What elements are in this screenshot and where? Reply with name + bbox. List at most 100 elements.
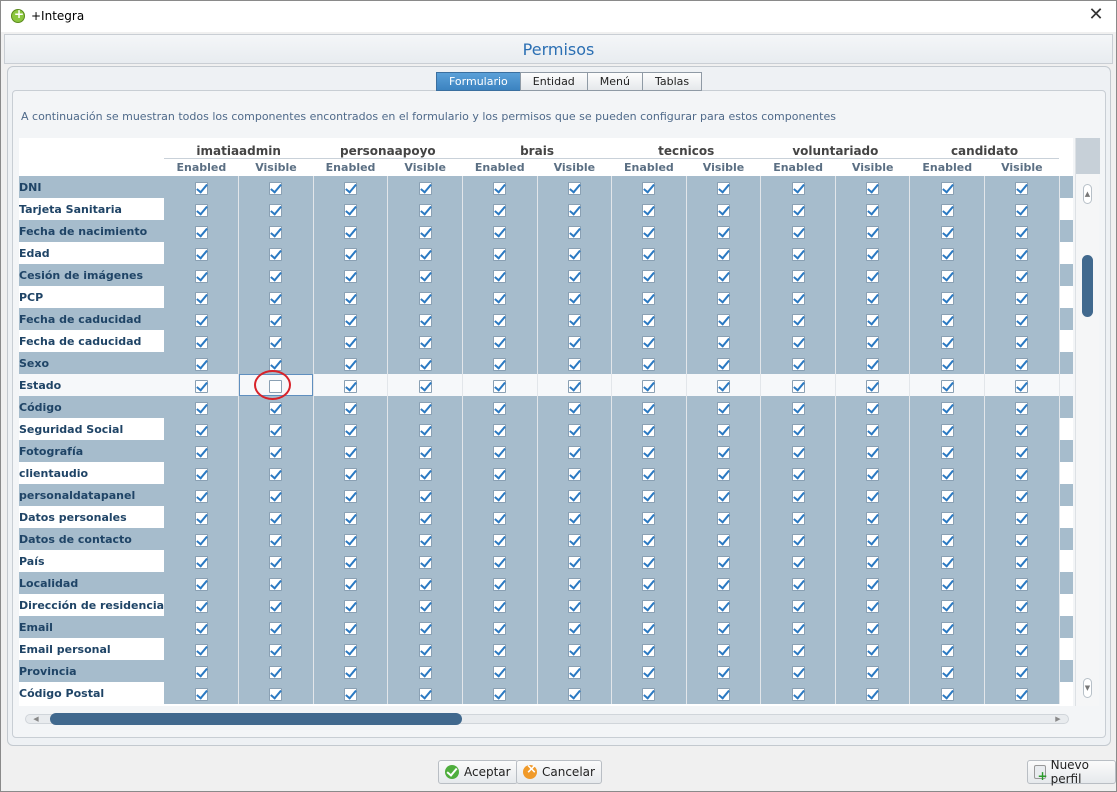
enabled-checkbox[interactable] [493,225,507,239]
visible-checkbox[interactable] [1015,203,1029,217]
table-row[interactable]: Fecha de caducidad [19,308,1073,330]
enabled-checkbox[interactable] [344,467,358,481]
permission-cell[interactable] [537,682,613,704]
enabled-checkbox[interactable] [194,423,208,437]
permission-cell[interactable] [462,330,538,352]
enabled-checkbox[interactable] [791,401,805,415]
enabled-checkbox[interactable] [194,291,208,305]
visible-checkbox[interactable] [418,247,432,261]
permission-cell[interactable] [387,660,463,682]
visible-checkbox[interactable] [567,489,581,503]
permission-cell[interactable] [164,572,240,594]
permission-cell[interactable] [313,330,389,352]
table-row[interactable]: Fecha de caducidad [19,330,1073,352]
permission-cell[interactable] [238,638,314,660]
visible-checkbox[interactable] [1015,643,1029,657]
permission-cell[interactable] [611,396,687,418]
enabled-checkbox[interactable] [194,445,208,459]
enabled-checkbox[interactable] [194,467,208,481]
permission-cell[interactable] [387,594,463,616]
permission-cell[interactable] [387,506,463,528]
enabled-checkbox[interactable] [791,511,805,525]
enabled-checkbox[interactable] [344,181,358,195]
permission-cell[interactable] [611,418,687,440]
permission-cell[interactable] [164,418,240,440]
permission-cell[interactable] [238,418,314,440]
permission-cell[interactable] [686,616,762,638]
permission-cell[interactable] [835,484,911,506]
visible-checkbox[interactable] [418,291,432,305]
permission-cell[interactable] [909,374,986,396]
enabled-checkbox[interactable] [791,599,805,613]
enabled-checkbox[interactable] [791,313,805,327]
permission-cell[interactable] [835,418,911,440]
enabled-checkbox[interactable] [940,555,954,569]
permission-cell[interactable] [387,352,463,374]
table-row[interactable]: Tarjeta Sanitaria [19,198,1073,220]
enabled-checkbox[interactable] [940,203,954,217]
visible-checkbox[interactable] [866,379,880,393]
visible-checkbox[interactable] [866,555,880,569]
visible-checkbox[interactable] [1015,313,1029,327]
permission-cell[interactable] [760,550,836,572]
permission-cell[interactable] [537,418,613,440]
permission-cell[interactable] [984,528,1060,550]
visible-checkbox[interactable] [1015,511,1029,525]
permission-cell[interactable] [462,550,538,572]
visible-checkbox[interactable] [1015,357,1029,371]
visible-checkbox[interactable] [567,291,581,305]
enabled-checkbox[interactable] [940,643,954,657]
enabled-checkbox[interactable] [642,511,656,525]
permission-cell[interactable] [313,264,389,286]
permission-cell[interactable] [760,506,836,528]
permission-cell[interactable] [909,572,986,594]
permission-cell[interactable] [760,308,836,330]
enabled-checkbox[interactable] [642,687,656,701]
enabled-checkbox[interactable] [791,291,805,305]
permission-cell[interactable] [537,462,613,484]
enabled-checkbox[interactable] [344,445,358,459]
permission-cell[interactable] [909,528,986,550]
permission-cell[interactable] [984,374,1060,396]
permission-cell[interactable] [909,242,986,264]
permission-cell[interactable] [164,550,240,572]
visible-checkbox[interactable] [567,665,581,679]
visible-checkbox[interactable] [567,555,581,569]
visible-checkbox[interactable] [717,687,730,701]
visible-checkbox[interactable] [1015,181,1029,195]
horizontal-scroll-thumb[interactable] [50,713,462,725]
enabled-checkbox[interactable] [940,313,954,327]
enabled-checkbox[interactable] [642,555,656,569]
enabled-checkbox[interactable] [642,599,656,613]
permission-cell[interactable] [835,352,911,374]
enabled-checkbox[interactable] [791,379,805,393]
permission-cell[interactable] [238,176,314,198]
table-row[interactable]: Código Postal [19,682,1073,704]
visible-checkbox[interactable] [269,335,283,349]
scroll-left-icon[interactable]: ◀ [27,715,45,723]
permission-cell[interactable] [760,374,836,396]
enabled-checkbox[interactable] [791,489,805,503]
permission-cell[interactable] [611,616,687,638]
permission-cell[interactable] [984,572,1060,594]
visible-checkbox[interactable] [269,357,283,371]
permission-cell[interactable] [387,396,463,418]
visible-checkbox[interactable] [567,181,581,195]
visible-checkbox[interactable] [269,665,283,679]
enabled-checkbox[interactable] [194,269,208,283]
enabled-checkbox[interactable] [791,203,805,217]
permission-cell[interactable] [909,550,986,572]
permission-cell[interactable] [537,176,613,198]
permission-cell[interactable] [313,594,389,616]
permission-cell[interactable] [686,660,762,682]
visible-checkbox[interactable] [1015,225,1029,239]
permission-cell[interactable] [238,242,314,264]
permission-cell[interactable] [387,616,463,638]
permission-cell[interactable] [462,572,538,594]
permission-cell[interactable] [537,396,613,418]
permission-cell[interactable] [909,198,986,220]
table-row[interactable]: PCP [19,286,1073,308]
visible-checkbox[interactable] [717,335,730,349]
enabled-checkbox[interactable] [642,577,656,591]
visible-checkbox[interactable] [1015,665,1029,679]
